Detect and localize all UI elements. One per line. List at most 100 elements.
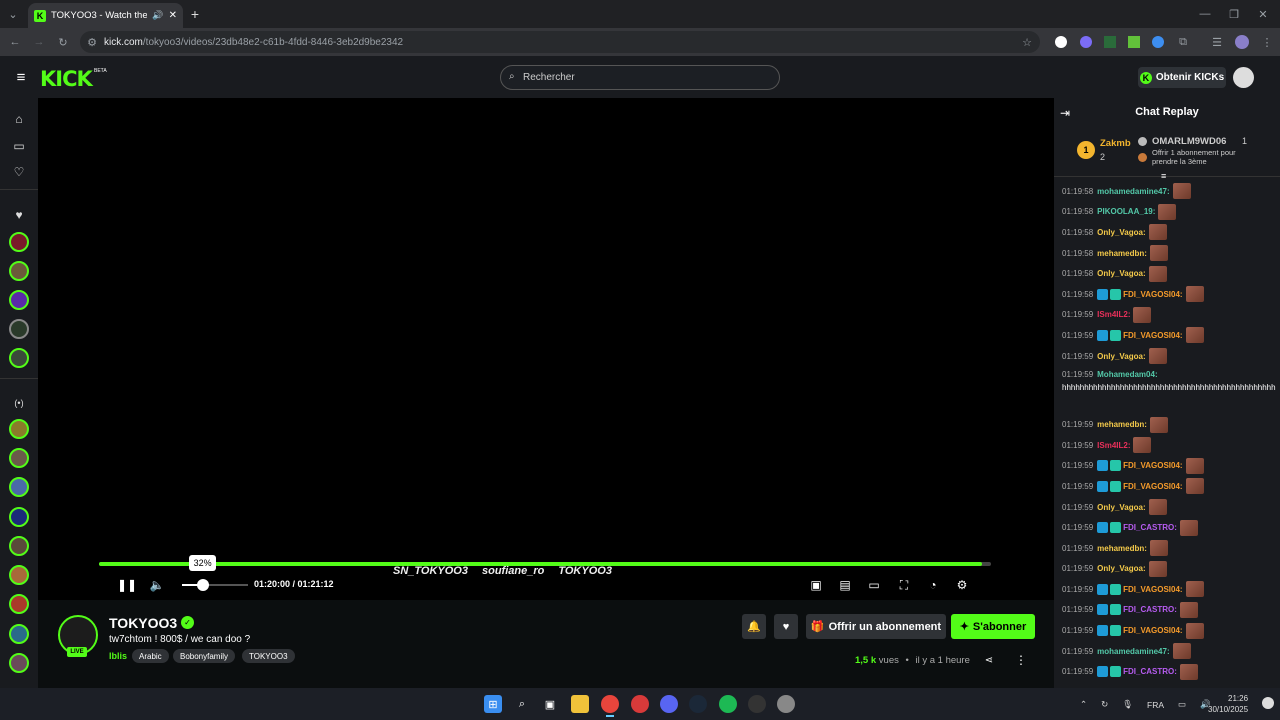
chat-username[interactable]: FDI_VAGOSI04: xyxy=(1123,482,1182,491)
recommended-channel-avatar[interactable] xyxy=(9,594,29,614)
chat-username[interactable]: Only_Vagoa: xyxy=(1097,352,1145,361)
extension-icon[interactable] xyxy=(1055,36,1067,48)
language-indicator[interactable]: FRA xyxy=(1147,700,1164,710)
second-gifter-name[interactable]: OMARLM9WD06 xyxy=(1152,136,1226,147)
bookmark-star-icon[interactable]: ☆ xyxy=(1020,35,1034,49)
volume-slider-handle[interactable] xyxy=(197,579,210,591)
clip-icon[interactable]: ▤ xyxy=(836,576,854,594)
browser-tab[interactable]: K TOKYOO3 - Watch the VOD 🔊 ✕ xyxy=(28,3,183,28)
chat-username[interactable]: mohamedamine47: xyxy=(1097,187,1169,196)
chat-username[interactable]: Only_Vagoa: xyxy=(1097,503,1145,512)
restore-icon[interactable]: ❐ xyxy=(1226,6,1242,22)
top-gifter-name[interactable]: Zakmb xyxy=(1100,138,1131,149)
tag-chip[interactable]: Arabic xyxy=(132,649,169,663)
kick-logo[interactable]: KICK xyxy=(40,67,93,91)
reading-list-icon[interactable]: ☰ xyxy=(1210,35,1224,49)
steam-icon[interactable] xyxy=(689,695,707,713)
reload-icon[interactable]: ↻ xyxy=(56,35,70,49)
pinned-toggle-icon[interactable]: ≡ xyxy=(1161,171,1166,181)
tag-chip[interactable]: TOKYOO3 xyxy=(242,649,295,663)
tab-audio-icon[interactable]: 🔊 xyxy=(152,10,163,21)
followed-channel-avatar[interactable] xyxy=(9,290,29,310)
url-field[interactable]: ⚙ kick.com/tokyoo3/videos/23db48e2-c61b-… xyxy=(80,31,1040,53)
taskbar-clock[interactable]: 21:26 30/10/2025 xyxy=(1208,693,1248,715)
browser-menu-icon[interactable]: ⋮ xyxy=(1260,35,1274,49)
chat-username[interactable]: FDI_VAGOSI04: xyxy=(1123,461,1182,470)
more-options-icon[interactable]: ⋮ xyxy=(1012,651,1030,669)
following-heart-icon[interactable]: ♡ xyxy=(10,163,28,181)
playback-speed-icon[interactable]: ◔ xyxy=(924,576,942,594)
followed-channel-avatar[interactable] xyxy=(9,348,29,368)
chat-username[interactable]: PIKOOLAA_19: xyxy=(1097,207,1155,216)
recommended-channel-avatar[interactable] xyxy=(9,419,29,439)
microphone-icon[interactable]: 🎙 xyxy=(1122,699,1133,710)
profile-avatar[interactable] xyxy=(1235,35,1249,49)
chat-username[interactable]: mohamedamine47: xyxy=(1097,647,1169,656)
search-input[interactable]: ⌕ Rechercher xyxy=(500,65,780,90)
app-icon[interactable] xyxy=(748,695,766,713)
recommended-channel-avatar[interactable] xyxy=(9,448,29,468)
chat-username[interactable]: Only_Vagoa: xyxy=(1097,564,1145,573)
chat-username[interactable]: mehamedbn: xyxy=(1097,249,1147,258)
tab-close-icon[interactable]: ✕ xyxy=(169,10,177,21)
start-icon[interactable]: ⊞ xyxy=(484,695,502,713)
site-info-icon[interactable]: ⚙ xyxy=(86,35,98,49)
file-explorer-icon[interactable] xyxy=(571,695,589,713)
share-icon[interactable]: ⋖ xyxy=(980,651,998,669)
network-icon[interactable]: ▭ xyxy=(1178,699,1186,710)
chrome-icon[interactable] xyxy=(601,695,619,713)
chat-username[interactable]: mehamedbn: xyxy=(1097,420,1147,429)
minimize-icon[interactable]: — xyxy=(1197,6,1213,22)
chat-username[interactable]: FDI_VAGOSI04: xyxy=(1123,626,1182,635)
taskbar-search-icon[interactable]: ⌕ xyxy=(513,695,531,713)
spotify-icon[interactable] xyxy=(719,695,737,713)
browse-icon[interactable]: ▭ xyxy=(10,137,28,155)
task-view-icon[interactable]: ▣ xyxy=(541,695,559,713)
chat-username[interactable]: ISm4IL2: xyxy=(1097,441,1130,450)
extension-icon[interactable] xyxy=(1128,36,1140,48)
tab-list-icon[interactable]: ⌄ xyxy=(6,7,20,21)
app-icon[interactable] xyxy=(631,695,649,713)
volume-icon[interactable]: 🔈 xyxy=(148,576,166,594)
chat-username[interactable]: mehamedbn: xyxy=(1097,544,1147,553)
theater-mode-icon[interactable]: ▭ xyxy=(865,576,883,594)
tag-chip[interactable]: Bobonyfamily xyxy=(173,649,236,663)
followed-channel-avatar[interactable] xyxy=(9,319,29,339)
new-tab-icon[interactable]: + xyxy=(188,6,202,22)
recommended-channel-avatar[interactable] xyxy=(9,565,29,585)
chat-username[interactable]: FDI_VAGOSI04: xyxy=(1123,585,1182,594)
channel-name[interactable]: TOKYOO3 xyxy=(109,615,177,631)
close-window-icon[interactable]: ✕ xyxy=(1255,6,1271,22)
chat-username[interactable]: ISm4IL2: xyxy=(1097,310,1130,319)
recommended-channel-avatar[interactable] xyxy=(9,536,29,556)
settings-app-icon[interactable] xyxy=(777,695,795,713)
extension-icon[interactable] xyxy=(1104,36,1116,48)
followed-channel-avatar[interactable] xyxy=(9,232,29,252)
user-avatar[interactable] xyxy=(1233,67,1254,88)
pause-icon[interactable]: ❚❚ xyxy=(117,576,137,594)
settings-gear-icon[interactable]: ⚙ xyxy=(953,576,971,594)
extension-icon[interactable] xyxy=(1080,36,1092,48)
recommended-channel-avatar[interactable] xyxy=(9,653,29,673)
extension-icon[interactable] xyxy=(1152,36,1164,48)
mini-player-icon[interactable]: ▣ xyxy=(807,576,825,594)
chat-username[interactable]: FDI_VAGOSI04: xyxy=(1123,290,1182,299)
tray-chevron-icon[interactable]: ⌃ xyxy=(1080,699,1087,710)
recommended-channel-avatar[interactable] xyxy=(9,624,29,644)
gift-subscription-button[interactable]: 🎁 Offrir un abonnement xyxy=(806,614,946,639)
home-icon[interactable]: ⌂ xyxy=(10,110,28,128)
follow-heart-button[interactable]: ♥ xyxy=(774,614,798,639)
forward-icon[interactable]: → xyxy=(32,35,46,49)
notification-icon[interactable] xyxy=(1262,697,1274,709)
recommended-channel-avatar[interactable] xyxy=(9,477,29,497)
chat-username[interactable]: Mohamedam04: xyxy=(1097,370,1157,379)
extensions-puzzle-icon[interactable]: ⧉ xyxy=(1176,35,1190,49)
category-link[interactable]: Iblis xyxy=(109,651,127,661)
video-player[interactable] xyxy=(38,98,1054,600)
chat-username[interactable]: Only_Vagoa: xyxy=(1097,228,1145,237)
chat-username[interactable]: FDI_CASTRO: xyxy=(1123,605,1177,614)
chat-username[interactable]: Only_Vagoa: xyxy=(1097,269,1145,278)
get-kicks-button[interactable]: K Obtenir KICKs xyxy=(1138,67,1226,88)
fullscreen-icon[interactable]: ⛶ xyxy=(895,576,913,594)
tray-sync-icon[interactable]: ↻ xyxy=(1101,699,1108,710)
